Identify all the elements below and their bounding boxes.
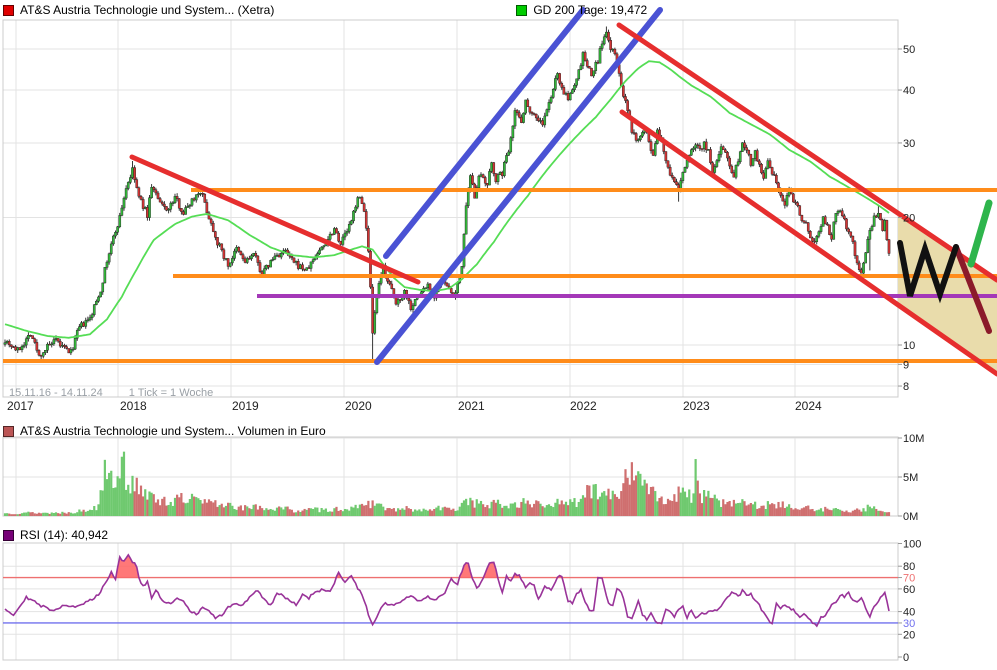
volume-bars-series <box>4 452 890 516</box>
uptrend-channel-lower[interactable] <box>377 10 660 362</box>
ma-legend-swatch-icon <box>516 5 527 16</box>
date-range-label: 15.11.16 - 14.11.24 <box>9 387 103 399</box>
year-axis-label: 2019 <box>232 399 259 413</box>
rsi-legend-label: RSI (14): 40,942 <box>20 528 108 542</box>
volume-legend-label: AT&S Austria Technologie und System... V… <box>20 424 326 438</box>
year-axis-label: 2024 <box>795 399 822 413</box>
price-axis-label: 8 <box>903 381 909 393</box>
chart-canvas: 50403020109810M5M0M100807060403020020172… <box>0 0 997 670</box>
projection-up-line[interactable] <box>971 203 989 264</box>
volume-legend-swatch-icon <box>3 426 14 437</box>
year-axis-label: 2021 <box>458 399 485 413</box>
series-legend-swatch-icon <box>3 5 14 16</box>
rsi-axis-label: 80 <box>903 561 915 573</box>
year-axis-label: 2017 <box>7 399 34 413</box>
price-axis-label: 9 <box>903 359 909 371</box>
volume-panel-legend: AT&S Austria Technologie und System... V… <box>3 424 326 438</box>
price-axis-label: 10 <box>903 340 915 352</box>
candlestick-series <box>4 27 890 361</box>
series-legend-label: AT&S Austria Technologie und System... (… <box>20 3 274 17</box>
price-axis-label: 30 <box>903 138 915 150</box>
rsi-axis-label: 30 <box>903 618 915 630</box>
rsi-axis-label: 40 <box>903 607 915 619</box>
price-axis-label: 40 <box>903 85 915 97</box>
tick-size-label: 1 Tick = 1 Woche <box>129 387 213 399</box>
rsi-axis-label: 20 <box>903 629 915 641</box>
price-axis-label: 50 <box>903 44 915 56</box>
ma-legend-label: GD 200 Tage: 19,472 <box>533 3 647 17</box>
volume-axis-label: 10M <box>903 433 924 445</box>
year-axis-label: 2023 <box>683 399 710 413</box>
year-axis-label: 2018 <box>120 399 147 413</box>
uptrend-channel-upper[interactable] <box>386 10 583 256</box>
panel-borders <box>3 20 898 660</box>
price-axis-label: 20 <box>903 213 915 225</box>
rsi-series <box>3 555 898 626</box>
rsi-panel-legend: RSI (14): 40,942 <box>3 528 108 542</box>
date-range-info: 15.11.16 - 14.11.24 1 Tick = 1 Woche <box>9 387 213 399</box>
rsi-legend-swatch-icon <box>3 530 14 541</box>
rsi-plot-area[interactable] <box>3 543 898 660</box>
gridlines <box>3 20 898 660</box>
rsi-axis-label: 0 <box>903 652 909 664</box>
volume-axis-label: 0M <box>903 511 918 523</box>
volume-axis-label: 5M <box>903 472 918 484</box>
rsi-axis-label: 70 <box>903 573 915 585</box>
rsi-axis-label: 100 <box>903 539 921 551</box>
chart-application: 50403020109810M5M0M100807060403020020172… <box>0 0 997 670</box>
year-axis-label: 2022 <box>570 399 597 413</box>
rsi-line <box>5 555 889 626</box>
downtrend-line-2018[interactable] <box>132 157 418 282</box>
main-chart-legend: AT&S Austria Technologie und System... (… <box>3 3 647 17</box>
rsi-axis-label: 60 <box>903 584 915 596</box>
year-axis-label: 2020 <box>345 399 372 413</box>
